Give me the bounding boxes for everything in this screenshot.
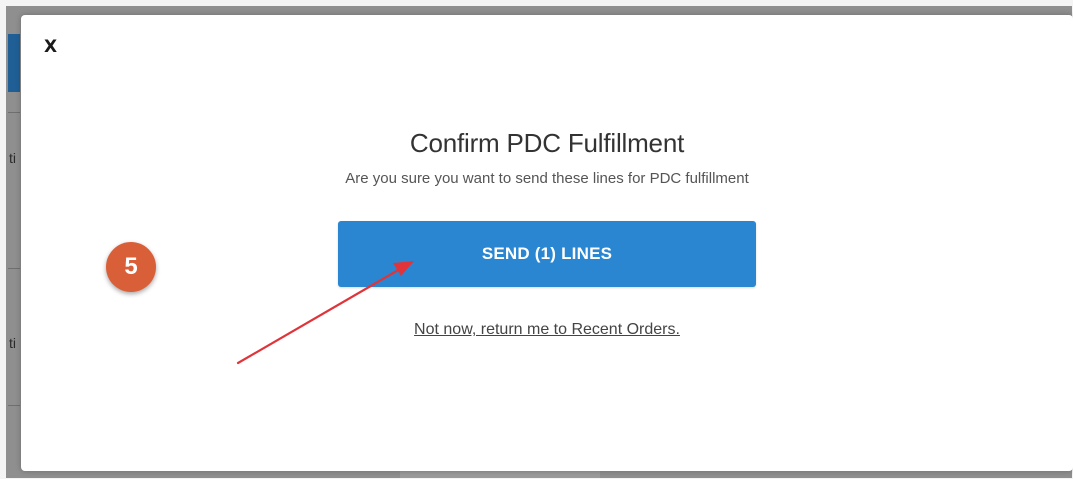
return-link-container: Not now, return me to Recent Orders. [21, 321, 1073, 339]
close-button[interactable]: X [44, 35, 64, 59]
dialog-subtitle: Are you sure you want to send these line… [345, 170, 749, 187]
background-text-fragment: ti [9, 335, 16, 351]
return-to-recent-orders-link[interactable]: Not now, return me to Recent Orders. [414, 321, 680, 338]
dialog-title: Confirm PDC Fulfillment [409, 128, 685, 158]
background-divider [8, 112, 20, 113]
step-number-badge: 5 [106, 242, 156, 292]
background-divider [8, 405, 20, 406]
send-lines-button[interactable]: SEND (1) LINES [338, 221, 756, 287]
screen: ti ti X Confirm PDC Fulfillment Are you … [0, 0, 1073, 479]
background-text-fragment: ti [9, 150, 16, 166]
background-header-bar [8, 34, 20, 92]
confirm-dialog: X Confirm PDC Fulfillment Are you sure y… [21, 15, 1073, 471]
background-divider [8, 268, 20, 269]
